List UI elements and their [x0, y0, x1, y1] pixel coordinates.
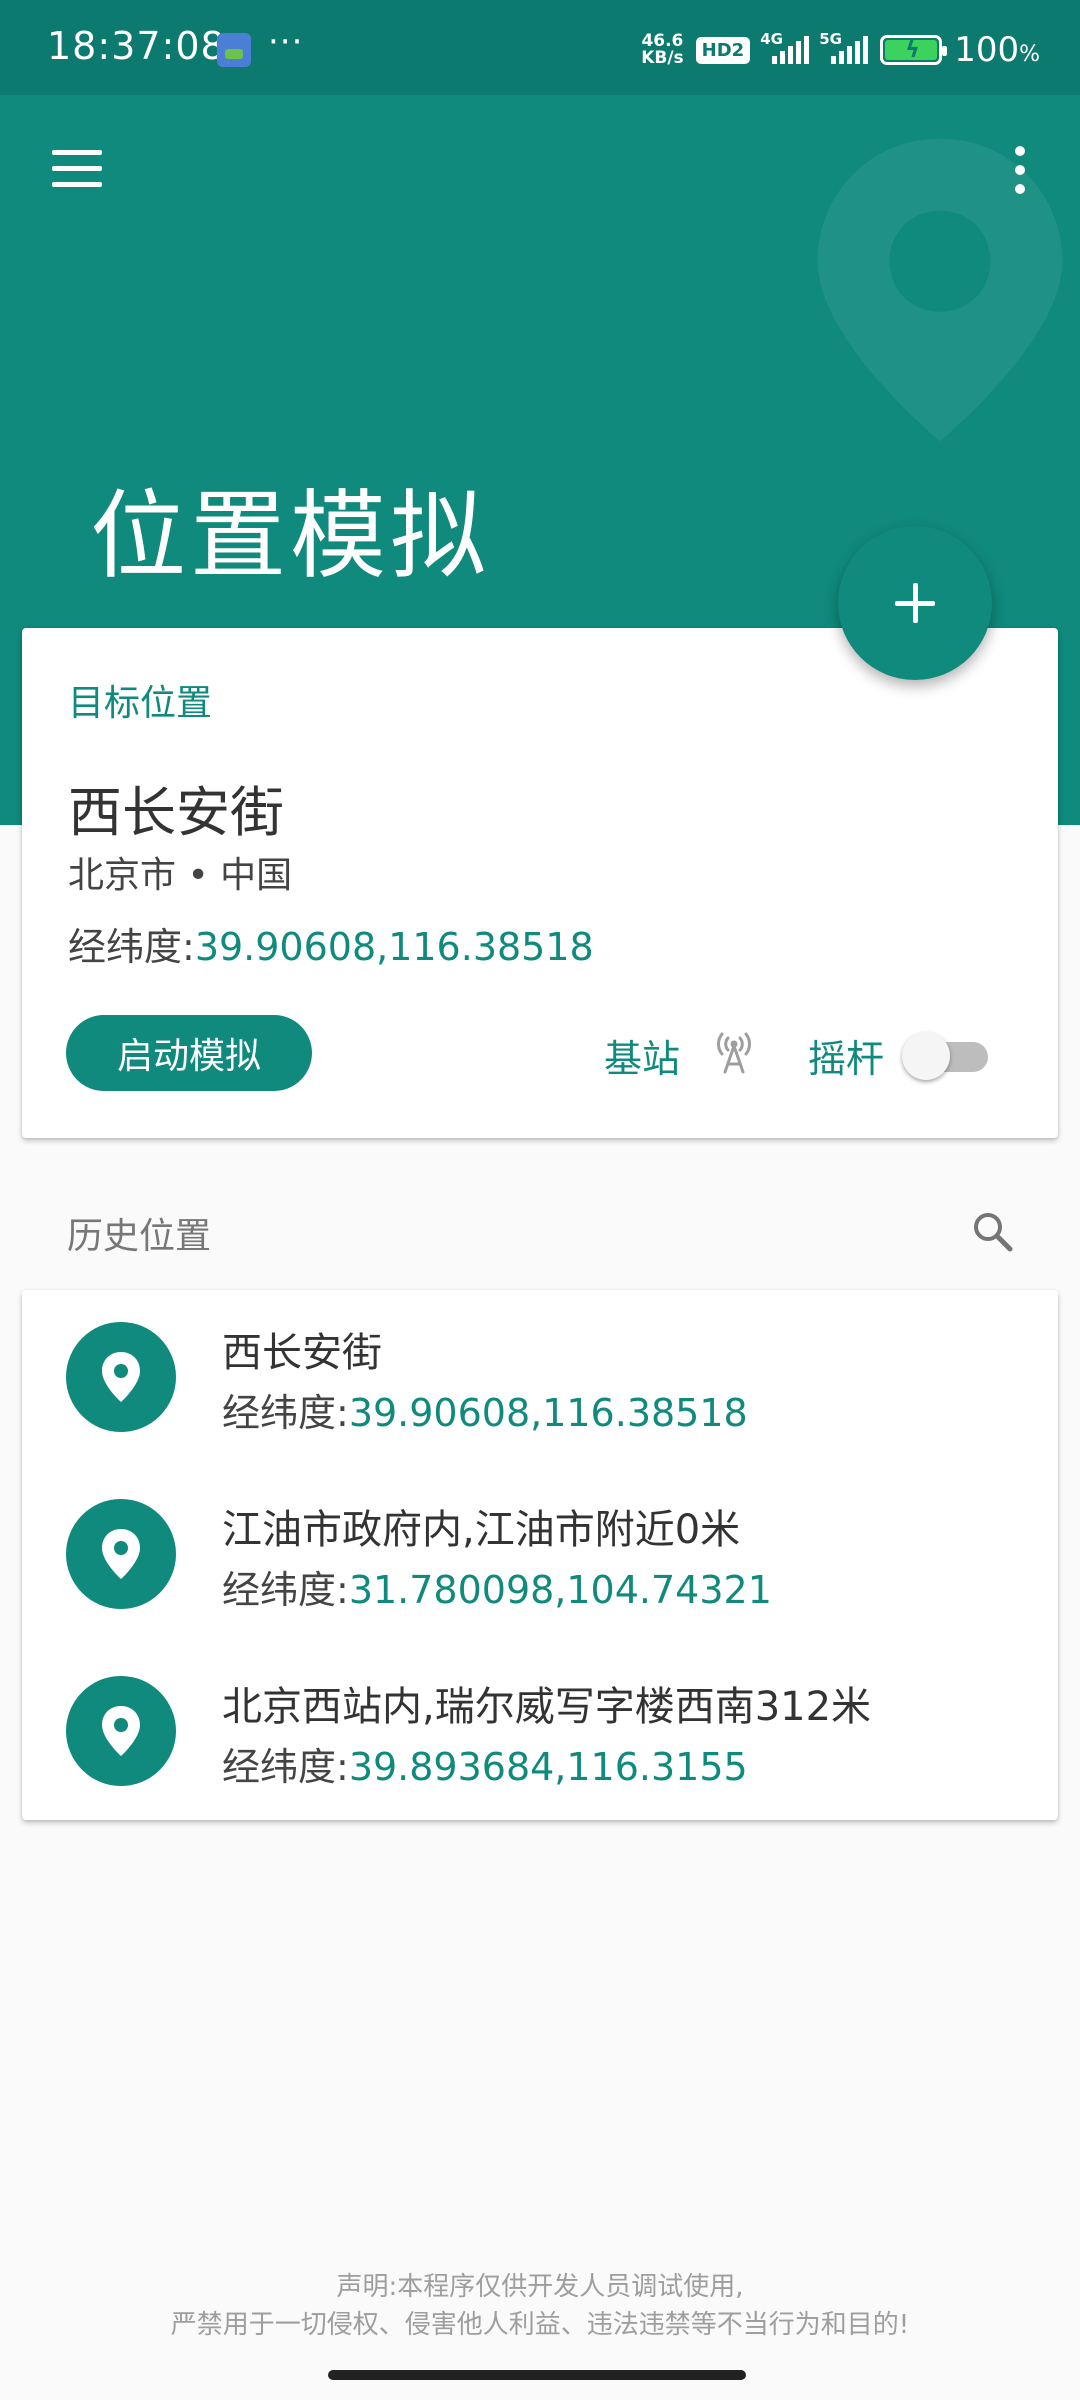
status-more-icon: ···	[268, 22, 304, 62]
menu-icon	[52, 150, 102, 155]
add-location-button[interactable]	[838, 526, 992, 680]
signal-4g-icon: 4G	[760, 30, 810, 64]
target-place-name: 西长安街	[68, 781, 284, 844]
signal-5g-icon: 5G	[819, 30, 869, 64]
history-list: 西长安街 经纬度:39.90608,116.38518 江油市政府内,江油市附近…	[22, 1290, 1058, 1820]
history-item-coordinates: 经纬度:39.893684,116.3155	[222, 1745, 748, 1789]
status-bar: 18:37:08 ··· 46.6 KB/s HD2 4G 5G ϟ 100%	[0, 0, 1080, 95]
history-section-title: 历史位置	[67, 1216, 212, 1257]
search-icon[interactable]	[968, 1207, 1016, 1255]
base-station-label[interactable]: 基站	[604, 1028, 680, 1083]
status-time: 18:37:08	[47, 24, 226, 68]
target-coordinates: 经纬度:39.90608,116.38518	[68, 925, 594, 969]
location-pin-icon	[102, 1352, 140, 1402]
history-item-name: 西长安街	[222, 1330, 382, 1376]
antenna-icon[interactable]	[708, 1024, 760, 1076]
more-vert-icon	[1015, 146, 1025, 156]
history-item-coordinates: 经纬度:31.780098,104.74321	[222, 1568, 772, 1612]
network-speed: 46.6 KB/s	[641, 31, 684, 68]
start-simulation-button[interactable]: 启动模拟	[66, 1015, 312, 1091]
history-item-avatar	[66, 1676, 176, 1786]
more-options-button[interactable]	[1002, 140, 1038, 200]
home-indicator[interactable]	[328, 2370, 746, 2380]
joystick-toggle[interactable]	[902, 1032, 990, 1080]
history-item-avatar	[66, 1499, 176, 1609]
target-location-card: 目标位置 西长安街 北京市 • 中国 经纬度:39.90608,116.3851…	[22, 628, 1058, 1138]
target-place-region: 北京市 • 中国	[68, 855, 293, 896]
disclaimer: 声明:本程序仅供开发人员调试使用, 严禁用于一切侵权、侵害他人利益、违法违禁等不…	[170, 2272, 910, 2340]
history-item[interactable]: 北京西站内,瑞尔威写字楼西南312米 经纬度:39.893684,116.315…	[22, 1644, 1058, 1820]
status-indicators: 46.6 KB/s HD2 4G 5G ϟ 100%	[641, 30, 1040, 70]
battery-icon: ϟ	[880, 35, 948, 65]
history-item-name: 江油市政府内,江油市附近0米	[222, 1507, 741, 1553]
location-pin-icon	[102, 1529, 140, 1579]
history-item[interactable]: 江油市政府内,江油市附近0米 经纬度:31.780098,104.74321	[22, 1467, 1058, 1643]
battery-level: 100%	[954, 30, 1040, 70]
target-location-label: 目标位置	[68, 683, 213, 724]
app-root: 18:37:08 ··· 46.6 KB/s HD2 4G 5G ϟ 100% …	[0, 0, 1080, 2400]
notification-app-icon	[217, 33, 251, 67]
hd-voice-icon: HD2	[695, 36, 751, 64]
history-item-coordinates: 经纬度:39.90608,116.38518	[222, 1391, 748, 1435]
history-item-name: 北京西站内,瑞尔威写字楼西南312米	[222, 1684, 872, 1730]
history-item-avatar	[66, 1322, 176, 1432]
location-pin-icon	[102, 1706, 140, 1756]
page-title: 位置模拟	[90, 480, 490, 592]
history-item[interactable]: 西长安街 经纬度:39.90608,116.38518	[22, 1290, 1058, 1466]
joystick-label: 摇杆	[808, 1037, 885, 1081]
menu-button[interactable]	[48, 145, 108, 195]
